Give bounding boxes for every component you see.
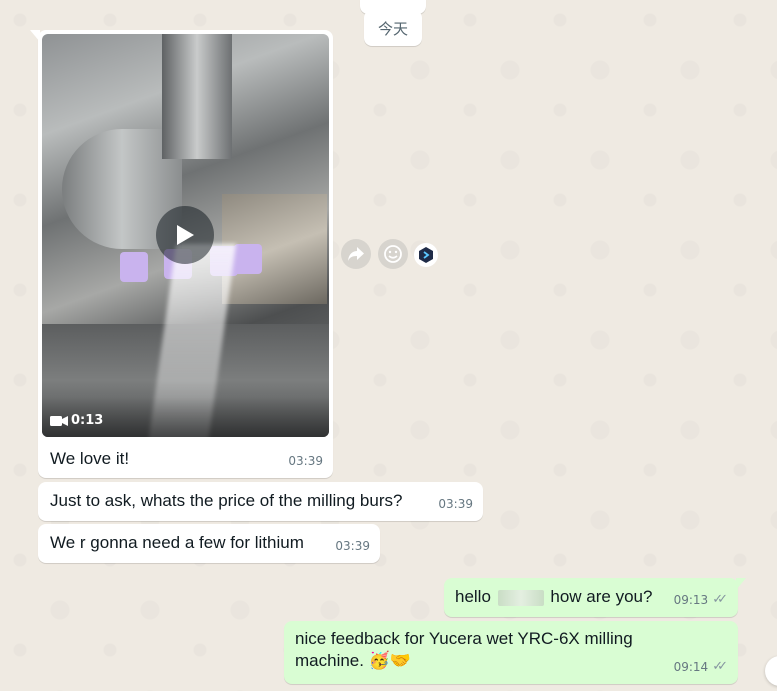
video-frame-spindle xyxy=(162,34,232,159)
outgoing-message[interactable]: nice feedback for Yucera wet YRC-6X mill… xyxy=(284,621,738,684)
video-frame-part xyxy=(120,252,148,282)
message-time-label: 03:39 xyxy=(335,539,370,553)
video-camera-icon xyxy=(50,416,68,426)
redacted-name xyxy=(497,589,544,606)
message-time-label: 03:39 xyxy=(438,497,473,511)
message-time: 09:13 ✓✓ xyxy=(674,589,728,611)
outgoing-message[interactable]: hello how are you? 09:13 ✓✓ xyxy=(444,578,746,617)
video-message-bubble[interactable]: 0:13 We love it! 03:39 xyxy=(30,30,333,478)
message-time-label: 03:39 xyxy=(288,454,323,468)
message-time: 03:39 xyxy=(438,493,473,515)
ai-assistant-button[interactable] xyxy=(414,243,438,267)
bubble-tail xyxy=(30,30,40,42)
read-receipt-icon: ✓✓ xyxy=(712,592,728,607)
message-text: We r gonna need a few for lithium xyxy=(50,533,304,552)
emoji: 🥳🤝 xyxy=(368,651,412,670)
date-separator: 今天 xyxy=(364,10,422,46)
message-text-start: hello xyxy=(455,587,491,606)
emoji-reaction-icon xyxy=(384,245,402,263)
react-button[interactable] xyxy=(378,239,408,269)
video-caption: We love it! xyxy=(50,449,130,468)
message-time: 03:39 xyxy=(288,450,323,472)
play-button[interactable] xyxy=(156,206,214,264)
date-separator-label: 今天 xyxy=(377,20,408,38)
message-time: 09:14 ✓✓ xyxy=(674,656,728,678)
message-time: 03:39 xyxy=(335,535,370,557)
video-thumbnail[interactable]: 0:13 xyxy=(42,34,329,437)
read-receipt-icon: ✓✓ xyxy=(712,659,728,674)
play-icon xyxy=(177,225,194,245)
message-text-block: nice feedback for Yucera wet YRC-6X mill… xyxy=(295,628,675,672)
video-duration-label: 0:13 xyxy=(71,413,104,428)
video-duration: 0:13 xyxy=(50,410,103,432)
forward-button[interactable] xyxy=(341,239,371,269)
incoming-message[interactable]: Just to ask, whats the price of the mill… xyxy=(38,482,483,521)
message-text: hello how are you? xyxy=(455,586,652,608)
message-time-label: 09:14 xyxy=(673,660,709,674)
message-time-label: 09:13 xyxy=(673,593,709,607)
forward-icon xyxy=(348,247,364,261)
message-text: Just to ask, whats the price of the mill… xyxy=(50,491,403,510)
bubble-tail xyxy=(736,578,746,590)
message-text-end: how are you? xyxy=(550,587,653,606)
ai-assistant-icon xyxy=(419,247,433,263)
message-text: nice feedback for Yucera wet YRC-6X mill… xyxy=(295,629,633,670)
video-frame-part xyxy=(234,244,262,274)
incoming-message[interactable]: We r gonna need a few for lithium 03:39 xyxy=(38,524,380,563)
